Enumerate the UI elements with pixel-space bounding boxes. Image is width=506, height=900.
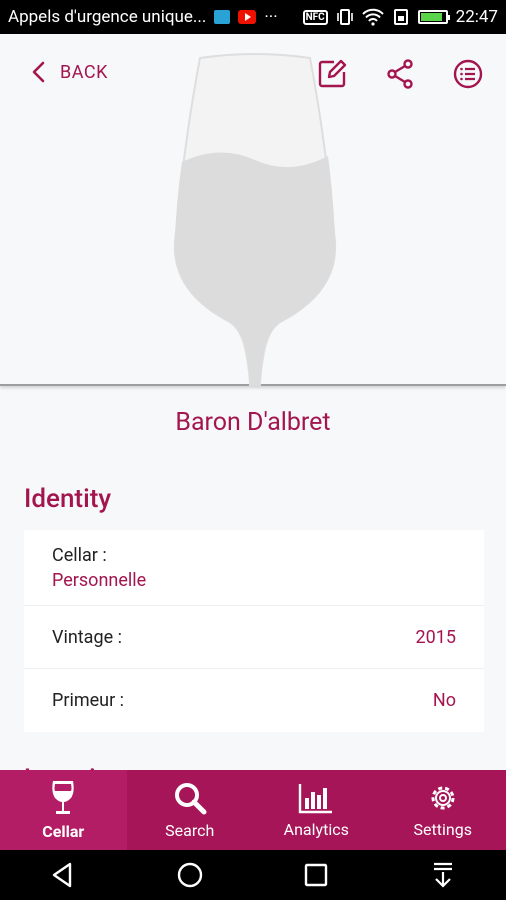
identity-section-title: Identity bbox=[24, 484, 112, 514]
nav-search-label: Search bbox=[165, 820, 215, 840]
system-notifications-icon[interactable] bbox=[428, 860, 458, 890]
battery-fill bbox=[420, 13, 443, 21]
chevron-left-icon bbox=[32, 61, 45, 83]
nav-cellar[interactable]: Cellar bbox=[0, 770, 127, 850]
youtube-icon bbox=[238, 10, 257, 24]
vintage-row[interactable]: Vintage : 2015 bbox=[24, 606, 484, 669]
system-recents-icon[interactable] bbox=[301, 860, 331, 890]
top-bar: BACK bbox=[0, 34, 506, 114]
edit-icon[interactable] bbox=[316, 58, 348, 90]
system-back-icon[interactable] bbox=[48, 860, 78, 890]
nfc-icon: NFC bbox=[302, 9, 328, 25]
nav-search[interactable]: Search bbox=[127, 770, 254, 850]
status-right: NFC 22:47 bbox=[302, 7, 498, 27]
nav-cellar-label: Cellar bbox=[42, 821, 85, 841]
identity-card: Cellar : Personnelle Vintage : 2015 Prim… bbox=[24, 530, 484, 732]
list-icon[interactable] bbox=[452, 58, 484, 90]
back-label: BACK bbox=[60, 61, 108, 83]
wifi-icon bbox=[361, 8, 384, 26]
bottom-navigation: Cellar Search Analytics Settings bbox=[0, 770, 506, 850]
nav-analytics[interactable]: Analytics bbox=[253, 770, 380, 850]
bar-chart-icon bbox=[299, 783, 333, 813]
share-icon[interactable] bbox=[384, 58, 416, 90]
battery-icon bbox=[417, 10, 450, 24]
back-button[interactable]: BACK bbox=[30, 60, 108, 84]
status-left: Appels d'urgence unique... ··· bbox=[8, 7, 303, 27]
gear-icon bbox=[431, 786, 455, 809]
sim-icon bbox=[393, 9, 408, 25]
vintage-value: 2015 bbox=[415, 626, 456, 648]
wine-name: Baron D'albret bbox=[175, 408, 331, 437]
status-bar: Appels d'urgence unique... ··· NFC 22:47 bbox=[0, 0, 506, 34]
search-icon bbox=[174, 782, 207, 814]
notification-text: Appels d'urgence unique... bbox=[8, 7, 207, 27]
nav-settings[interactable]: Settings bbox=[380, 770, 506, 850]
primeur-value: No bbox=[432, 690, 456, 711]
clock: 22:47 bbox=[455, 7, 498, 27]
nav-analytics-label: Analytics bbox=[283, 819, 349, 839]
system-home-icon[interactable] bbox=[175, 860, 205, 890]
primeur-row[interactable]: Primeur : No bbox=[24, 669, 484, 732]
cellar-value: Personnelle bbox=[52, 569, 147, 591]
cellar-row[interactable]: Cellar : Personnelle bbox=[24, 530, 484, 606]
vintage-label: Vintage : bbox=[52, 626, 122, 648]
system-navigation bbox=[0, 850, 506, 900]
nav-settings-label: Settings bbox=[413, 819, 472, 839]
primeur-label: Primeur : bbox=[52, 690, 125, 711]
more-dots: ··· bbox=[264, 7, 278, 27]
gallery-icon bbox=[214, 10, 231, 24]
vibrate-icon bbox=[336, 9, 353, 25]
cellar-label: Cellar : bbox=[52, 544, 107, 566]
wine-glass-icon bbox=[52, 780, 74, 814]
